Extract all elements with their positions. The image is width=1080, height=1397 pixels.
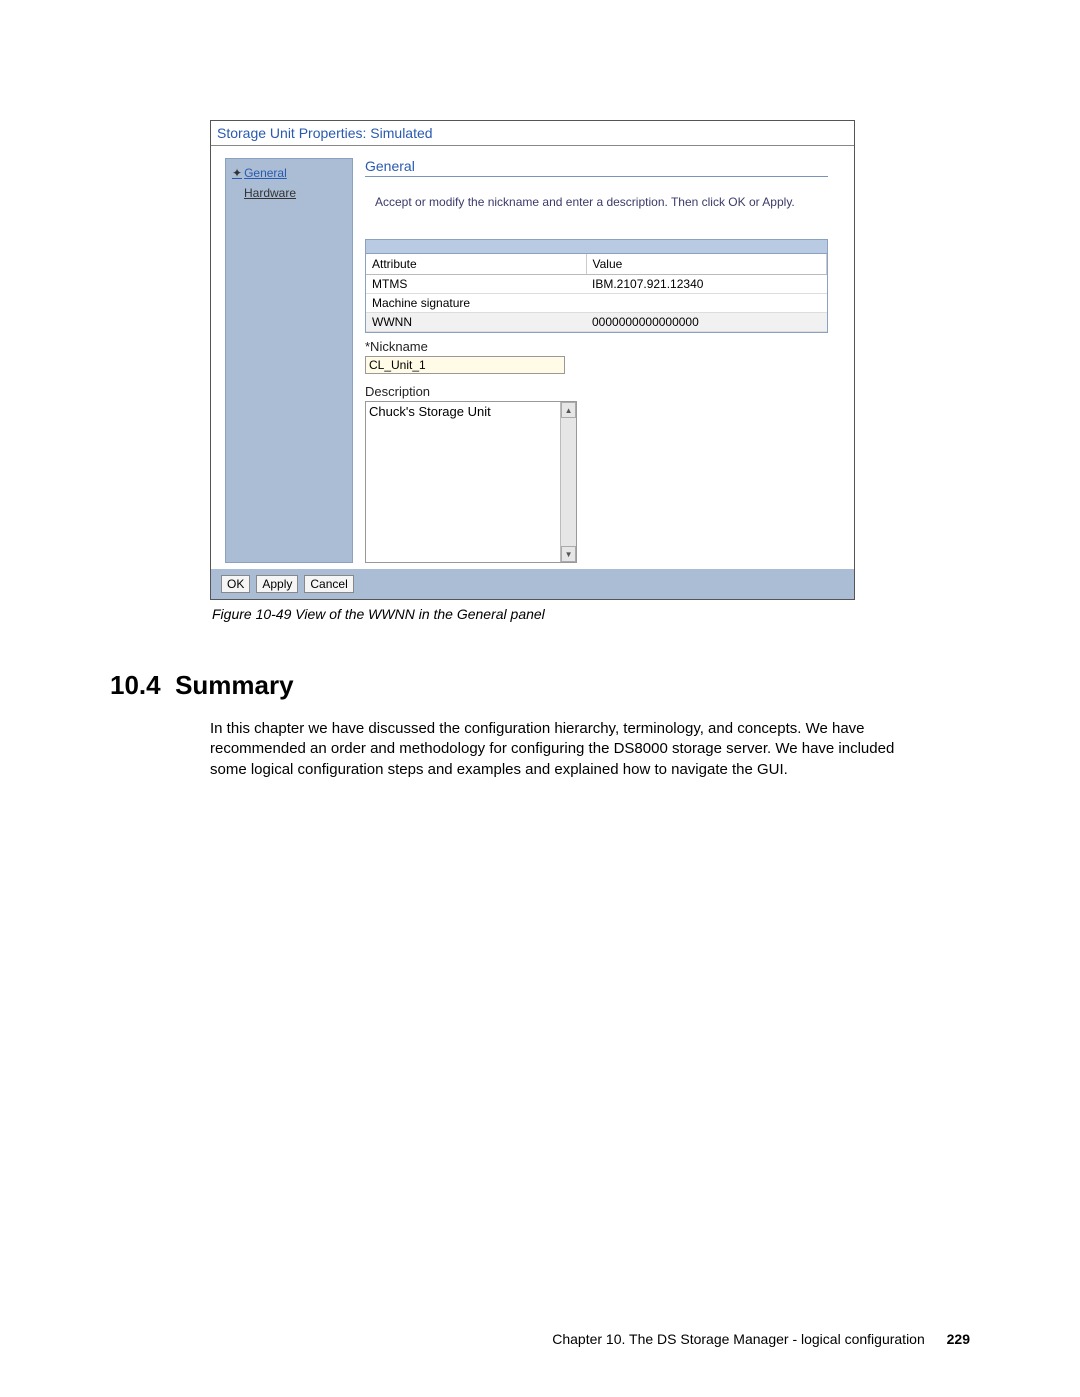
attribute-table: Attribute Value MTMS IBM.2107.921.12340 … bbox=[365, 239, 828, 333]
cell-attr: WWNN bbox=[366, 313, 586, 332]
description-textarea[interactable] bbox=[366, 402, 560, 562]
bullet-icon: ✦ bbox=[232, 166, 242, 180]
table-row: MTMS IBM.2107.921.12340 bbox=[366, 275, 827, 294]
sidebar-label: General bbox=[244, 166, 287, 180]
scroll-down-icon[interactable]: ▼ bbox=[561, 546, 576, 562]
table-row: WWNN 0000000000000000 bbox=[366, 313, 827, 332]
section-title: Summary bbox=[175, 670, 294, 700]
button-bar: OK Apply Cancel bbox=[211, 569, 854, 599]
window-title: Storage Unit Properties: Simulated bbox=[211, 121, 854, 146]
figure-caption: Figure 10-49 View of the WWNN in the Gen… bbox=[212, 606, 970, 622]
scrollbar[interactable]: ▲ ▼ bbox=[560, 402, 576, 562]
apply-button[interactable]: Apply bbox=[256, 575, 298, 593]
cell-attr: MTMS bbox=[366, 275, 586, 294]
table-header-row: Attribute Value bbox=[366, 254, 827, 275]
section-number: 10.4 bbox=[110, 670, 161, 700]
ok-button[interactable]: OK bbox=[221, 575, 250, 593]
cell-val: IBM.2107.921.12340 bbox=[586, 275, 827, 294]
cell-val bbox=[586, 294, 827, 313]
panel-title: General bbox=[365, 158, 828, 177]
table-topband bbox=[366, 240, 827, 254]
page-footer: Chapter 10. The DS Storage Manager - log… bbox=[552, 1331, 970, 1347]
chapter-label: Chapter 10. The DS Storage Manager - log… bbox=[552, 1331, 925, 1347]
sidebar: ✦General Hardware bbox=[225, 158, 353, 563]
instruction-text: Accept or modify the nickname and enter … bbox=[375, 195, 828, 209]
page-number: 229 bbox=[947, 1331, 970, 1347]
nickname-label: *Nickname bbox=[365, 339, 828, 354]
col-attribute: Attribute bbox=[366, 254, 586, 275]
section-heading: 10.4 Summary bbox=[110, 670, 970, 701]
sidebar-item-general[interactable]: ✦General bbox=[232, 163, 346, 183]
figure-screenshot: Storage Unit Properties: Simulated ✦Gene… bbox=[210, 120, 855, 600]
nickname-input[interactable] bbox=[365, 356, 565, 374]
description-label: Description bbox=[365, 384, 828, 399]
cell-val: 0000000000000000 bbox=[586, 313, 827, 332]
sidebar-item-hardware[interactable]: Hardware bbox=[244, 183, 346, 203]
cell-attr: Machine signature bbox=[366, 294, 586, 313]
scroll-up-icon[interactable]: ▲ bbox=[561, 402, 576, 418]
sidebar-label: Hardware bbox=[244, 186, 296, 200]
cancel-button[interactable]: Cancel bbox=[304, 575, 353, 593]
section-body: In this chapter we have discussed the co… bbox=[210, 719, 930, 780]
table-row: Machine signature bbox=[366, 294, 827, 313]
col-value: Value bbox=[586, 254, 827, 275]
